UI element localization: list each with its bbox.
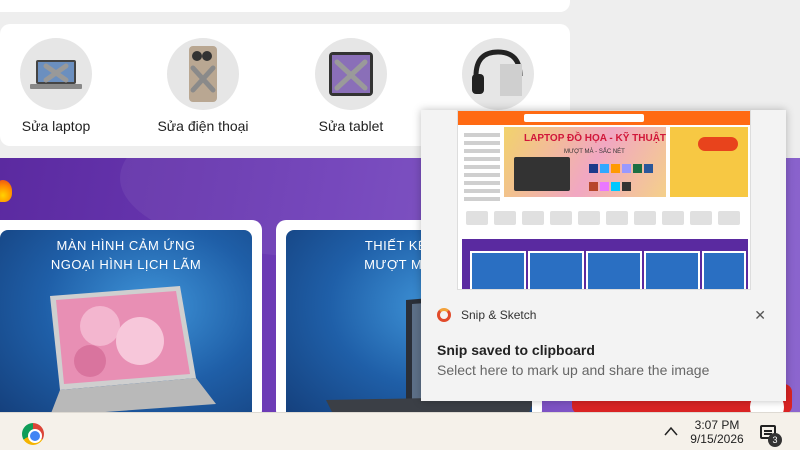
laptop-image [50,286,216,412]
clock-time: 3:07 PM [694,418,740,432]
thumb-hero: LAPTOP ĐỒ HỌA - KỸ THUẬT MƯỢT MÀ - SẮC N… [504,127,666,197]
snip-thumbnail[interactable]: LAPTOP ĐỒ HỌA - KỸ THUẬT MƯỢT MÀ - SẮC N… [457,110,751,290]
flame-icon [0,180,12,202]
thumb-laptop [514,157,570,191]
service-accessories[interactable] [438,38,558,118]
service-phone[interactable]: Sửa điện thoại [143,38,263,134]
thumb-pill [698,137,738,151]
service-laptop[interactable]: Sửa laptop [0,38,116,134]
thumb-installment-banner [670,127,748,197]
top-card [0,0,570,12]
service-label: Sửa điện thoại [157,118,249,134]
thumb-app-icons [588,161,660,191]
app-name: Snip & Sketch [461,308,537,322]
promo-line-2: NGOẠI HÌNH LỊCH LÃM [50,257,202,272]
laptop-repair-icon [20,38,92,110]
thumb-promo-strip [462,239,748,289]
toast-title: Snip saved to clipboard [437,342,595,358]
toast-body: Select here to mark up and share the ima… [437,362,710,378]
phone-repair-icon [167,38,239,110]
promo-line-1: MÀN HÌNH CẢM ỨNG [56,238,196,253]
thumb-category-icons [462,211,748,233]
thumb-hero-subtitle: MƯỢT MÀ - SẮC NÉT [564,149,625,155]
chevron-up-icon[interactable] [664,425,678,439]
clock-date: 9/15/2026 [690,432,744,446]
notification-count-badge: 3 [768,433,782,447]
snip-notification[interactable]: LAPTOP ĐỒ HỌA - KỸ THUẬT MƯỢT MÀ - SẮC N… [421,110,786,401]
toast-header: Snip & Sketch [437,308,536,322]
system-clock[interactable]: 3:07 PM 9/15/2026 [686,418,748,446]
tablet-repair-icon [315,38,387,110]
thumb-search [524,114,644,122]
taskbar: 3:07 PM 9/15/2026 3 [0,412,800,450]
headphones-icon [462,38,534,110]
promo-card-touchscreen[interactable]: MÀN HÌNH CẢM ỨNG NGOẠI HÌNH LỊCH LÃM [0,220,262,412]
close-icon[interactable]: ✕ [754,308,766,322]
promo-image: MÀN HÌNH CẢM ỨNG NGOẠI HÌNH LỊCH LÃM [0,230,252,412]
chrome-icon[interactable] [22,423,44,445]
thumb-sidebar [462,129,502,205]
snip-sketch-icon [437,308,451,322]
service-label: Sửa laptop [21,118,91,134]
service-label: Sửa tablet [318,118,384,134]
service-tablet[interactable]: Sửa tablet [291,38,411,134]
thumb-hero-title: LAPTOP ĐỒ HỌA - KỸ THUẬT [524,133,667,144]
